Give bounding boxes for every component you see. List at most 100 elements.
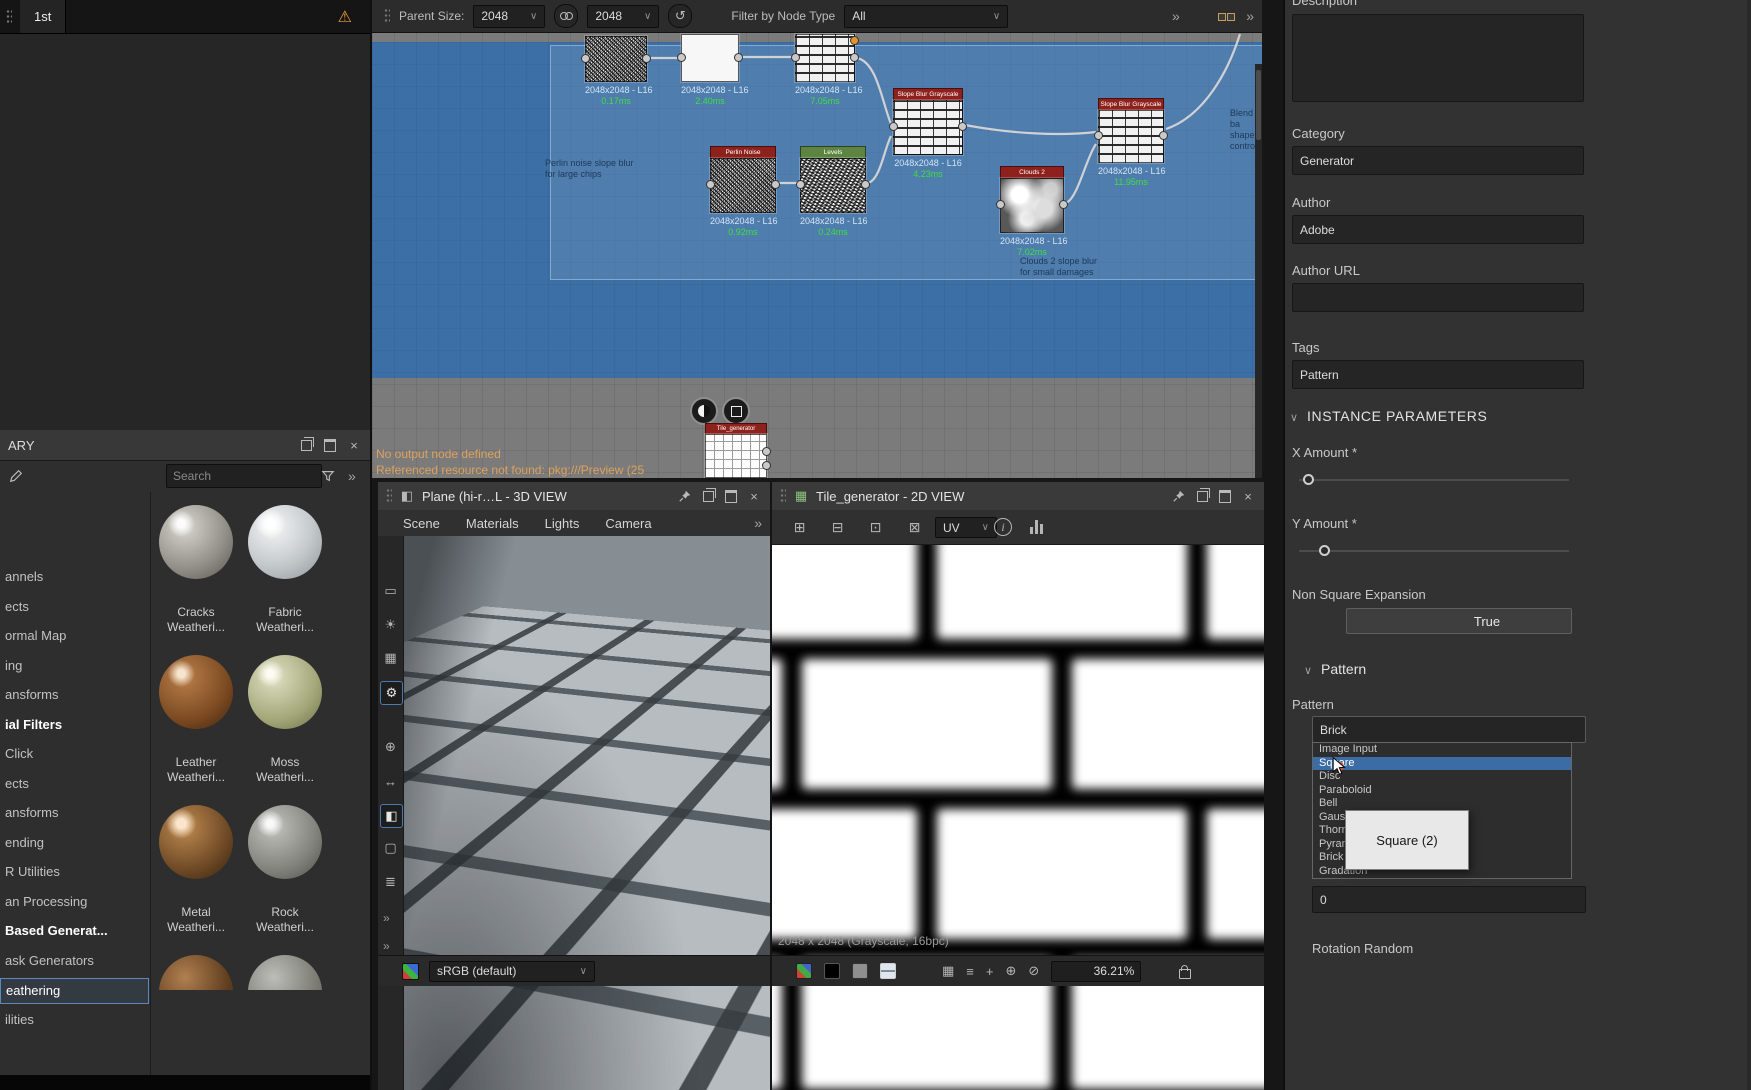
geometry-icon[interactable]: ◧	[380, 804, 403, 828]
x-amount-slider[interactable]	[1299, 479, 1569, 481]
sidebar-item-rutilities[interactable]: R Utilities	[0, 860, 147, 884]
instance-parameters-header[interactable]: INSTANCE PARAMETERS	[1307, 408, 1487, 424]
sidebar-item-ansforms[interactable]: ansforms	[0, 683, 147, 707]
filter-funnel-icon[interactable]	[320, 468, 336, 484]
pin-icon[interactable]	[677, 488, 693, 504]
node-pair-icon[interactable]	[1218, 10, 1236, 22]
menu-lights[interactable]: Lights	[545, 516, 580, 531]
render-settings-icon[interactable]: ⚙	[380, 681, 403, 705]
library-overflow-icon[interactable]: »	[348, 468, 356, 484]
panel-grip-icon[interactable]	[386, 488, 392, 504]
output-toggle-button[interactable]	[690, 397, 718, 425]
histogram-icon[interactable]	[1030, 519, 1043, 534]
output-connector-icon[interactable]	[762, 461, 771, 470]
sidebar-item-ects[interactable]: ects	[0, 595, 147, 619]
list-item[interactable]: CracksWeatheri...	[159, 505, 233, 579]
graph-vertical-scrollbar[interactable]	[1255, 64, 1262, 478]
black-channel-icon[interactable]	[824, 963, 840, 979]
layers-icon[interactable]: ≣	[380, 871, 401, 893]
sidebar-item-annels[interactable]: annels	[0, 565, 147, 589]
list-item[interactable]: LeatherWeatheri...	[159, 655, 233, 729]
scale-icon[interactable]: ↔	[380, 770, 401, 792]
parent-height-dropdown[interactable]: 2048∨	[587, 5, 659, 28]
active-channel-icon[interactable]	[880, 963, 896, 979]
disable-icon[interactable]: ⊘	[1028, 963, 1039, 979]
maximize-panel-icon[interactable]	[322, 437, 338, 453]
move-icon[interactable]: ⊕	[380, 736, 401, 758]
author-url-field[interactable]	[1292, 283, 1584, 312]
sidebar-item-click[interactable]: Click	[0, 742, 147, 766]
scrollbar-handle[interactable]	[1256, 70, 1261, 140]
highlighted-connector-icon[interactable]	[850, 36, 859, 45]
pattern-option-image-input[interactable]: Image Input	[1313, 743, 1571, 757]
uv-mode-dropdown[interactable]: UV∨	[935, 517, 997, 538]
colorspace-dropdown[interactable]: sRGB (default)∨	[429, 961, 595, 982]
environment-icon[interactable]: ▦	[380, 647, 401, 669]
float-panel-icon[interactable]	[1194, 488, 1210, 504]
close-icon[interactable]: ×	[346, 437, 362, 453]
rgb-channels-icon[interactable]	[796, 963, 812, 979]
y-amount-knob[interactable]	[1319, 545, 1330, 556]
strip-overflow-icon[interactable]: »	[383, 911, 390, 925]
sidebar-item-ormalmap[interactable]: ormal Map	[0, 624, 147, 648]
panel-menu-overflow-icon[interactable]: »	[1246, 8, 1254, 24]
view-2d-titlebar[interactable]: ▦ Tile_generator - 2D VIEW ×	[772, 482, 1264, 511]
view-3d-titlebar[interactable]: ◧ Plane (hi-r…L - 3D VIEW ×	[378, 482, 770, 511]
menu-camera[interactable]: Camera	[605, 516, 651, 531]
info-icon[interactable]: i	[994, 518, 1012, 536]
node-type-filter-dropdown[interactable]: All∨	[844, 5, 1008, 28]
pattern-value-input[interactable]: 0	[1312, 886, 1586, 913]
sidebar-item-ects[interactable]: ects	[0, 772, 147, 796]
output-connector-icon[interactable]	[762, 447, 771, 456]
list-item[interactable]	[248, 955, 322, 990]
sidebar-item-ilities[interactable]: ilities	[0, 1008, 147, 1032]
display-icon[interactable]: ▭	[380, 580, 401, 602]
float-panel-icon[interactable]	[298, 437, 314, 453]
graph-node[interactable]: 2048x2048 - L160.17ms	[585, 36, 647, 82]
pattern-option-disc[interactable]: Disc	[1313, 770, 1571, 784]
input-connector-icon[interactable]	[796, 180, 805, 189]
output-connector-icon[interactable]	[861, 180, 870, 189]
graph-node[interactable]: Slope Blur Grayscale2048x2048 - L1611.95…	[1098, 98, 1164, 163]
sidebar-item-ing[interactable]: ing	[0, 654, 147, 678]
pattern-dropdown[interactable]: Brick	[1312, 716, 1586, 743]
close-icon[interactable]: ×	[1240, 488, 1256, 504]
export-icon[interactable]: ⊞	[790, 518, 809, 537]
copy-icon[interactable]: ⊡	[866, 518, 885, 537]
parent-width-dropdown[interactable]: 2048∨	[473, 5, 545, 28]
non-square-expansion-toggle[interactable]: True	[1346, 608, 1572, 634]
maximize-panel-icon[interactable]	[723, 488, 739, 504]
output-connector-icon[interactable]	[1159, 131, 1168, 140]
menu-materials[interactable]: Materials	[466, 516, 519, 531]
sidebar-item-basedgenerat[interactable]: Based Generat...	[0, 919, 147, 943]
search-input[interactable]	[166, 464, 322, 488]
graph-node[interactable]: Slope Blur Grayscale2048x2048 - L164.23m…	[893, 88, 963, 155]
wireframe-icon[interactable]: ▢	[380, 837, 401, 859]
center-view-icon[interactable]: +	[986, 964, 994, 979]
tile-generator-node[interactable]: Tile_generator	[705, 423, 767, 478]
output-connector-icon[interactable]	[642, 54, 651, 63]
tags-field[interactable]: Pattern	[1292, 360, 1584, 389]
sidebar-item-eathering[interactable]: eathering	[0, 978, 149, 1004]
author-field[interactable]: Adobe	[1292, 215, 1584, 244]
graph-node[interactable]: Levels2048x2048 - L160.24ms	[800, 146, 866, 213]
toolbar-overflow-icon[interactable]: »	[1172, 8, 1180, 24]
tab-1st[interactable]: 1st	[20, 0, 66, 33]
input-connector-icon[interactable]	[889, 122, 898, 131]
graph-node[interactable]: 2048x2048 - L167.05ms	[795, 34, 855, 82]
description-field[interactable]	[1292, 14, 1584, 102]
strip-overflow-icon[interactable]: »	[383, 939, 390, 953]
toolbar-grip-icon[interactable]	[384, 8, 390, 24]
close-icon[interactable]: ×	[746, 488, 762, 504]
levels-icon[interactable]: ≡	[966, 964, 974, 979]
input-connector-icon[interactable]	[996, 200, 1005, 209]
save-icon[interactable]: ⊟	[828, 518, 847, 537]
lock-icon[interactable]	[1179, 969, 1191, 979]
chevron-down-icon[interactable]: ∨	[1290, 411, 1298, 424]
input-connector-icon[interactable]	[677, 53, 686, 62]
output-connector-icon[interactable]	[734, 53, 743, 62]
edit-pencil-icon[interactable]	[8, 468, 24, 484]
output-connector-icon[interactable]	[850, 53, 859, 62]
chevron-down-icon[interactable]: ∨	[1304, 664, 1312, 677]
background-icon[interactable]: ⊠	[905, 518, 924, 537]
